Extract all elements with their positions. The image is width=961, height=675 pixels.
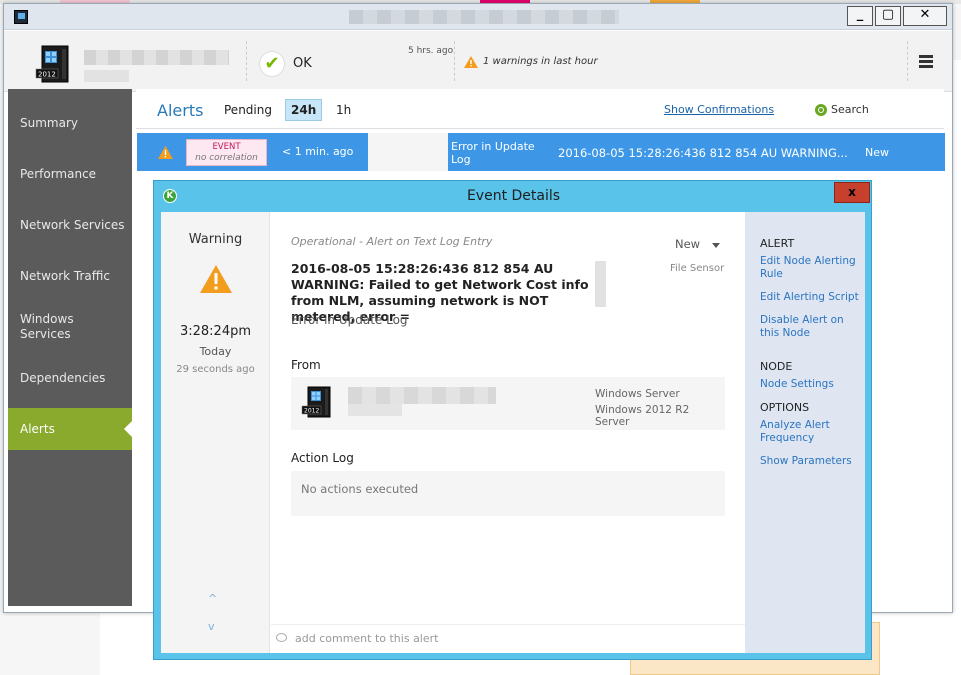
actions-panel: ALERT Edit Node Alerting Rule Edit Alert… (745, 212, 865, 653)
severity-label: Warning (188, 232, 243, 247)
sidebar-item-windows-services[interactable]: Windows Services (8, 306, 118, 348)
previous-event-icon[interactable]: ^ (208, 592, 217, 605)
status-text: OK (293, 56, 312, 71)
sidebar-item-alerts[interactable]: Alerts (8, 408, 132, 450)
node-name-redacted (348, 387, 496, 404)
window-titlebar[interactable]: _ ▢ ✕ (4, 4, 952, 30)
tab-24h[interactable]: 24h (285, 99, 323, 121)
dialog-titlebar[interactable]: K Event Details x (154, 181, 871, 211)
node-name-redacted-2 (84, 70, 129, 82)
maximize-button[interactable]: ▢ (875, 6, 901, 26)
event-subtitle: Error in Update Log (291, 313, 408, 327)
event-main-panel: Operational - Alert on Text Log Entry Ne… (271, 212, 745, 653)
node-settings-link[interactable]: Node Settings (760, 378, 860, 391)
action-log-heading: Action Log (291, 451, 354, 465)
header-divider (454, 41, 455, 81)
correlation-label: no correlation (195, 153, 258, 163)
window-title-redacted (349, 10, 619, 24)
node-header: 2012 ✔ OK 5 hrs. ago 1 warnings in last … (4, 31, 952, 92)
event-type-badge: EVENT no correlation (186, 139, 267, 166)
header-divider (246, 41, 247, 81)
warning-icon (464, 56, 478, 68)
server-icon: 2012 (35, 45, 69, 83)
message-redaction (595, 261, 606, 307)
alert-title: Error in Update Log (451, 140, 535, 166)
hamburger-menu-icon[interactable] (919, 55, 933, 68)
comment-icon (276, 633, 287, 642)
sidebar-item-dependencies[interactable]: Dependencies (8, 357, 132, 399)
minimize-button[interactable]: _ (847, 6, 873, 26)
dialog-body: Warning 3:28:24pm Today 29 seconds ago ^… (161, 212, 865, 653)
disable-alert-link[interactable]: Disable Alert on this Node (760, 314, 860, 340)
server-icon: 2012 (301, 386, 331, 418)
alert-message: 2016-08-05 15:28:26:436 812 854 AU WARNI… (558, 146, 848, 160)
server-icon-label: 2012 (38, 71, 56, 79)
from-node-card[interactable]: 2012 Windows Server Windows 2012 R2 Serv… (291, 377, 725, 430)
alert-time: < 1 min. ago (282, 145, 354, 158)
alerts-toolbar: Alerts Pending 24h 1h Show Confirmations… (136, 89, 944, 129)
sidebar: Summary Performance Network Services Net… (8, 89, 132, 606)
tab-1h[interactable]: 1h (336, 103, 351, 117)
show-confirmations-link[interactable]: Show Confirmations (664, 103, 774, 116)
from-icon-label: 2012 (304, 408, 319, 415)
node-name-redacted-2 (348, 404, 402, 416)
event-sensor: File Sensor (670, 263, 725, 274)
event-summary-panel: Warning 3:28:24pm Today 29 seconds ago ^… (161, 212, 270, 653)
node-name-redacted (84, 50, 229, 65)
event-time: 3:28:24pm (179, 324, 252, 339)
ok-check-icon: ✔ (259, 51, 285, 77)
sidebar-item-network-traffic[interactable]: Network Traffic (8, 255, 132, 297)
from-heading: From (291, 358, 321, 372)
edit-alerting-script-link[interactable]: Edit Alerting Script (760, 291, 860, 304)
alert-status: New (865, 146, 889, 159)
sidebar-item-network-services[interactable]: Network Services (8, 204, 132, 246)
action-log-empty: No actions executed (301, 482, 419, 496)
show-parameters-link[interactable]: Show Parameters (760, 455, 860, 468)
node-os: Windows Server (595, 388, 680, 400)
sidebar-item-performance[interactable]: Performance (8, 153, 132, 195)
chevron-down-icon[interactable] (712, 243, 720, 248)
event-status-dropdown[interactable]: New (675, 237, 700, 251)
options-section-heading: OPTIONS (760, 401, 810, 414)
comment-placeholder[interactable]: add comment to this alert (295, 632, 438, 645)
app-icon (14, 10, 28, 24)
header-divider (907, 41, 908, 81)
node-os-version: Windows 2012 R2 Server (595, 404, 690, 428)
warning-icon (200, 265, 232, 293)
alert-row[interactable]: EVENT no correlation < 1 min. ago Error … (137, 133, 945, 171)
next-event-icon[interactable]: v (208, 620, 215, 633)
row-spacer (368, 133, 448, 171)
close-button[interactable]: ✕ (903, 6, 947, 26)
alert-section-heading: ALERT (760, 237, 795, 250)
analyze-frequency-link[interactable]: Analyze Alert Frequency (760, 419, 860, 445)
event-details-dialog: K Event Details x Warning 3:28:24pm Toda… (153, 180, 872, 660)
event-type-label: EVENT (212, 142, 241, 152)
dialog-close-button[interactable]: x (834, 182, 870, 203)
event-type: Operational - Alert on Text Log Entry (291, 235, 493, 248)
search-icon[interactable] (815, 104, 827, 116)
event-day: Today (199, 345, 232, 358)
dialog-title: Event Details (466, 188, 561, 204)
node-section-heading: NODE (760, 360, 793, 373)
edit-alerting-rule-link[interactable]: Edit Node Alerting Rule (760, 255, 860, 281)
warning-icon (158, 146, 173, 159)
search-label[interactable]: Search (831, 103, 869, 116)
status-time: 5 hrs. ago (408, 46, 454, 56)
page-title: Alerts (157, 101, 204, 120)
tab-pending[interactable]: Pending (224, 103, 272, 117)
warnings-link[interactable]: 1 warnings in last hour (483, 56, 598, 67)
sidebar-item-summary[interactable]: Summary (8, 102, 132, 144)
action-log-box: No actions executed (291, 471, 725, 516)
event-ago: 29 seconds ago (176, 364, 255, 375)
comment-input[interactable]: add comment to this alert (271, 624, 745, 653)
